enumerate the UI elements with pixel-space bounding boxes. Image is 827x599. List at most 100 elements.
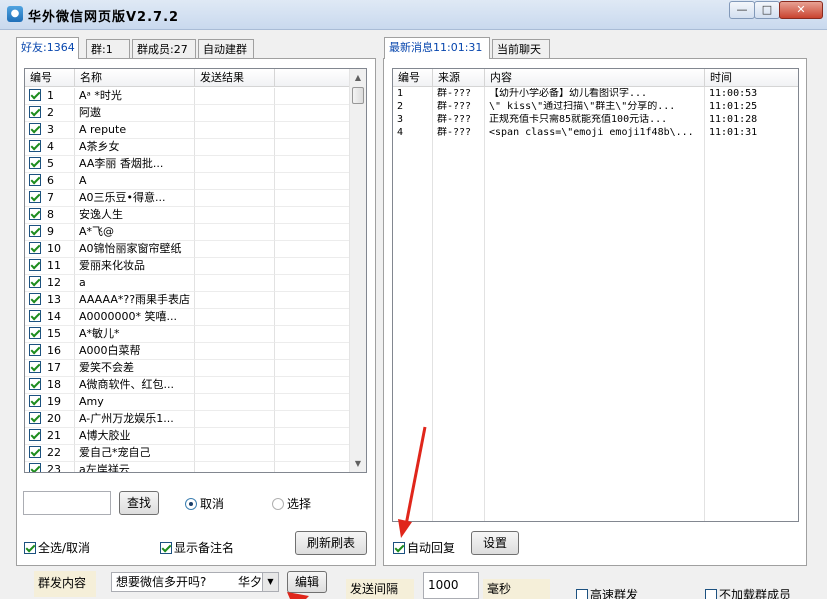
row-checkbox[interactable] [29,225,41,237]
table-row[interactable]: 2 阿遨 [25,105,351,122]
table-row[interactable]: 6A [25,173,351,190]
row-checkbox[interactable] [29,293,41,305]
row-checkbox[interactable] [29,378,41,390]
row-no-cell[interactable]: 11 [25,258,75,275]
maximize-button[interactable]: □ [754,1,780,19]
chevron-down-icon[interactable]: ▼ [262,573,278,591]
scroll-thumb[interactable] [352,87,364,104]
row-no-cell[interactable]: 6 [25,173,75,190]
list-item[interactable]: 3 群-??? 正规充值卡只需85就能充值100元话... 11:01:28 [393,114,798,127]
row-checkbox[interactable] [29,89,41,101]
table-row[interactable]: 11 爱丽来化妆品 [25,258,351,275]
radio-select-indicator[interactable] [272,498,284,510]
row-checkbox[interactable] [29,429,41,441]
table-row[interactable]: 3 A repute [25,122,351,139]
row-checkbox[interactable] [29,344,41,356]
fast-send-check-icon[interactable] [576,589,588,599]
edit-button[interactable]: 编辑 [287,571,327,593]
friend-list[interactable]: 编号 名称 发送结果 1 Aᵃ *时光 2 阿遨 3 A repute 4 A茶乡女 5 AA李丽… [24,68,367,473]
table-row[interactable]: 13 AAAAA*??雨果手表店 [25,292,351,309]
fast-send-checkbox[interactable]: 高速群发 [576,586,638,599]
show-remark-check-icon[interactable] [160,542,172,554]
table-row[interactable]: 10 A0锦怡丽家窗帘壁纸 [25,241,351,258]
refresh-list-button[interactable]: 刷新刷表 [295,531,367,555]
table-row[interactable]: 1 Aᵃ *时光 [25,88,351,105]
row-checkbox[interactable] [29,140,41,152]
tab-groups[interactable]: 群:1 [86,39,130,59]
scroll-down-icon[interactable]: ▼ [350,455,366,472]
tab-friends[interactable]: 好友:1364 [16,37,79,59]
table-row[interactable]: 9 A*飞@ [25,224,351,241]
column-header-time[interactable]: 时间 [705,69,798,86]
row-checkbox[interactable] [29,276,41,288]
row-checkbox[interactable] [29,361,41,373]
table-row[interactable]: 15 A*敏儿* [25,326,351,343]
row-checkbox[interactable] [29,157,41,169]
row-checkbox[interactable] [29,463,41,472]
row-checkbox[interactable] [29,242,41,254]
table-row[interactable]: 8 安逸人生 [25,207,351,224]
row-checkbox[interactable] [29,327,41,339]
table-row[interactable]: 19 Amy [25,394,351,411]
row-no-cell[interactable]: 8 [25,207,75,224]
row-no-cell[interactable]: 13 [25,292,75,309]
row-no-cell[interactable]: 18 [25,377,75,394]
select-all-checkbox[interactable]: 全选/取消 [24,539,90,556]
column-header-source[interactable]: 来源 [433,69,485,86]
row-checkbox[interactable] [29,310,41,322]
mass-content-select[interactable]: 想要微信多开吗? 华夕 ▼ [111,572,279,592]
table-row[interactable]: 18 A微商软件、红包... [25,377,351,394]
interval-input[interactable]: 1000 [423,572,479,599]
row-checkbox[interactable] [29,191,41,203]
table-row[interactable]: 21 A博大胶业 [25,428,351,445]
row-no-cell[interactable]: 9 [25,224,75,241]
table-row[interactable]: 7 A0三乐豆•得意... [25,190,351,207]
search-input[interactable] [23,491,111,515]
column-header-msg-no[interactable]: 编号 [393,69,433,86]
column-header-no[interactable]: 编号 [25,69,75,86]
list-item[interactable]: 2 群-??? \" kiss\"通过扫描\"群主\"分享的... 11:01:25 [393,101,798,114]
show-remark-checkbox[interactable]: 显示备注名 [160,539,234,556]
row-no-cell[interactable]: 17 [25,360,75,377]
row-checkbox[interactable] [29,259,41,271]
row-checkbox[interactable] [29,446,41,458]
row-checkbox[interactable] [29,208,41,220]
tab-current-chat[interactable]: 当前聊天 [492,39,550,59]
row-no-cell[interactable]: 16 [25,343,75,360]
row-no-cell[interactable]: 4 [25,139,75,156]
tab-auto-create-group[interactable]: 自动建群 [198,39,254,59]
settings-button[interactable]: 设置 [471,531,519,555]
row-checkbox[interactable] [29,123,41,135]
row-no-cell[interactable]: 1 [25,88,75,105]
scroll-up-icon[interactable]: ▲ [350,69,366,86]
row-no-cell[interactable]: 14 [25,309,75,326]
row-checkbox[interactable] [29,395,41,407]
column-header-name[interactable]: 名称 [75,69,195,86]
table-row[interactable]: 22 爱自己*宠自己 [25,445,351,462]
minimize-button[interactable]: — [729,1,755,19]
auto-reply-check-icon[interactable] [393,542,405,554]
table-row[interactable]: 17 爱笑不会差 [25,360,351,377]
radio-cancel[interactable]: 取消 [185,495,224,512]
table-row[interactable]: 16 A000白菜帮 [25,343,351,360]
row-no-cell[interactable]: 19 [25,394,75,411]
message-list[interactable]: 编号 来源 内容 时间 1 群-??? 【幼升小学必备】幼儿看图识字... 11:0… [392,68,799,522]
close-button[interactable]: ✕ [779,1,823,19]
no-load-members-checkbox[interactable]: 不加载群成员 [705,586,791,599]
tab-latest-messages[interactable]: 最新消息11:01:31 [384,37,490,59]
table-row[interactable]: 12 a [25,275,351,292]
row-no-cell[interactable]: 5 [25,156,75,173]
row-no-cell[interactable]: 21 [25,428,75,445]
friend-list-scrollbar[interactable]: ▲ ▼ [349,69,366,472]
list-item[interactable]: 4 群-??? <span class=\"emoji emoji1f48b\...… [393,127,798,140]
radio-select[interactable]: 选择 [272,495,311,512]
column-header-content[interactable]: 内容 [485,69,705,86]
table-row[interactable]: 5 AA李丽 香烟批... [25,156,351,173]
list-item[interactable]: 1 群-??? 【幼升小学必备】幼儿看图识字... 11:00:53 [393,88,798,101]
table-row[interactable]: 23 a左岸祥云 [25,462,351,472]
row-no-cell[interactable]: 23 [25,462,75,472]
row-no-cell[interactable]: 3 [25,122,75,139]
table-row[interactable]: 20 A-广州万龙娱乐1... [25,411,351,428]
table-row[interactable]: 14 A0000000* 笑嘻... [25,309,351,326]
row-no-cell[interactable]: 22 [25,445,75,462]
